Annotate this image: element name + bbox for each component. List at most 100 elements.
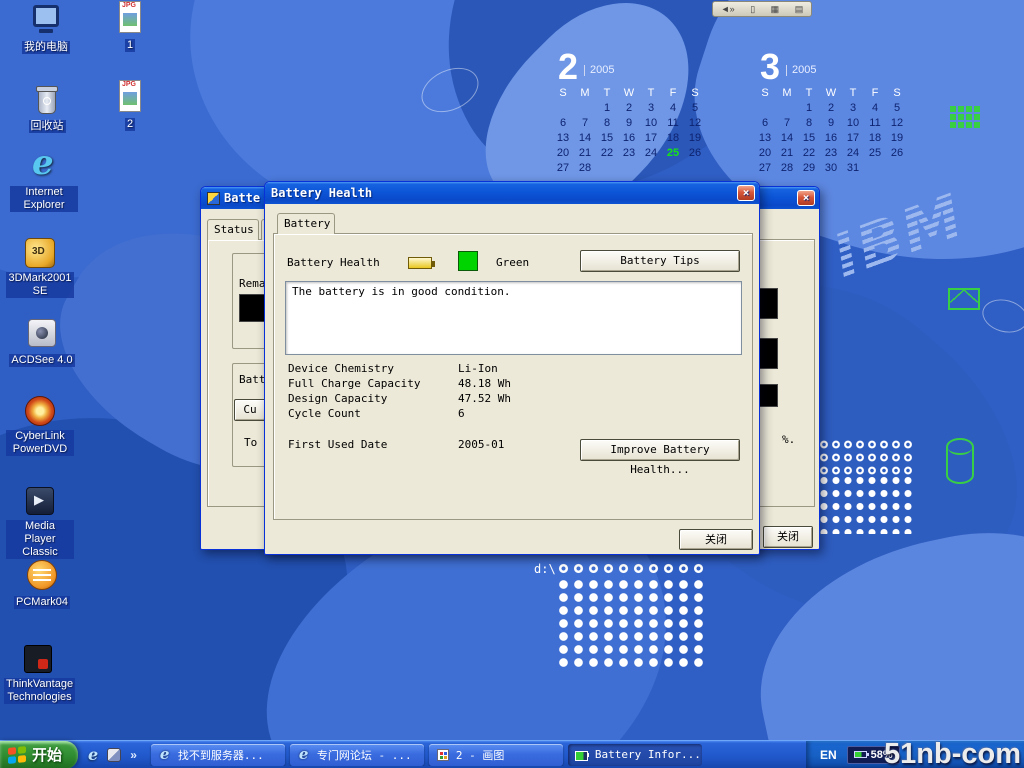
condition-textbox: The battery is in good condition. bbox=[285, 281, 742, 355]
media-quicklaunch-icon[interactable] bbox=[107, 748, 121, 762]
calendar-month: 2 bbox=[558, 50, 578, 84]
calendar-empty-cell bbox=[662, 161, 684, 176]
taskbar-button[interactable]: Battery Infor... bbox=[568, 744, 702, 766]
calendar-empty-cell bbox=[574, 101, 596, 116]
tab-status[interactable]: Status bbox=[207, 219, 259, 240]
calendar-day: 8 bbox=[798, 116, 820, 131]
calendar-day: 23 bbox=[618, 146, 640, 161]
gauge-segment bbox=[239, 294, 265, 322]
battery-health-label: Battery Health bbox=[287, 256, 380, 269]
volume-icon[interactable]: ◄» bbox=[721, 4, 735, 14]
gauge-segment bbox=[759, 338, 778, 369]
envelope-icon bbox=[948, 288, 980, 310]
mute-icon[interactable]: ▯ bbox=[750, 4, 755, 15]
windows-flag-icon bbox=[8, 746, 26, 764]
calendar-day: 7 bbox=[776, 116, 798, 131]
spec-label: Design Capacity bbox=[288, 391, 458, 406]
calendar-day: 27 bbox=[754, 161, 776, 176]
taskbar-button-label: 找不到服务器... bbox=[178, 747, 264, 763]
calendar-day: 1 bbox=[596, 101, 618, 116]
calendar-day: 17 bbox=[842, 131, 864, 146]
calendar-empty-cell bbox=[864, 161, 886, 176]
calendar-day: 15 bbox=[596, 131, 618, 146]
calendar-day: 18 bbox=[864, 131, 886, 146]
calendar-day: 16 bbox=[618, 131, 640, 146]
calendar-header: 2 2005 bbox=[558, 50, 710, 84]
bgwin-close-icon[interactable]: × bbox=[797, 190, 815, 206]
taskbar-button[interactable]: 2 - 画图 bbox=[429, 744, 563, 766]
calendar-day: 30 bbox=[820, 161, 842, 176]
calendar-day: 25 bbox=[662, 146, 684, 161]
calendar-year: 2005 bbox=[584, 65, 614, 76]
ie-quicklaunch-icon[interactable]: e bbox=[88, 745, 98, 764]
spec-value: 48.18 Wh bbox=[458, 376, 511, 391]
calendar-day: 11 bbox=[662, 116, 684, 131]
calendar-empty-cell bbox=[886, 161, 908, 176]
battery-health-dialog: Battery Health × Battery Battery Health … bbox=[264, 181, 760, 555]
battery-icon bbox=[574, 747, 590, 763]
osd-toolbar[interactable]: ◄» ▯ ▦ ▤ bbox=[712, 1, 812, 17]
improve-battery-health-button[interactable]: Improve Battery Health... bbox=[580, 439, 740, 461]
start-button[interactable]: 开始 bbox=[0, 741, 78, 768]
battery-tray-icon bbox=[854, 751, 867, 758]
calendar-header: 3 2005 bbox=[760, 50, 912, 84]
calendar-day: 24 bbox=[842, 146, 864, 161]
calendar-day: 26 bbox=[684, 146, 706, 161]
calendar-day-header: F bbox=[864, 86, 886, 101]
calendar-day: 26 bbox=[886, 146, 908, 161]
calendar-empty-cell bbox=[776, 101, 798, 116]
calendar-day: 3 bbox=[640, 101, 662, 116]
battery-tips-button[interactable]: Battery Tips bbox=[580, 250, 740, 272]
spec-label: Device Chemistry bbox=[288, 361, 458, 376]
calendar-empty-cell bbox=[640, 161, 662, 176]
calendar-day: 28 bbox=[776, 161, 798, 176]
taskbar-button[interactable]: 找不到服务器... bbox=[151, 744, 285, 766]
calendar-day: 29 bbox=[798, 161, 820, 176]
calendar-day: 9 bbox=[820, 116, 842, 131]
bgwin-close-button[interactable]: 关闭 bbox=[763, 526, 813, 548]
spec-row: First Used Date 2005-01 bbox=[288, 437, 504, 452]
dialog-close-button[interactable]: 关闭 bbox=[679, 529, 753, 550]
calendar-day: 14 bbox=[776, 131, 798, 146]
calendar-day-header: S bbox=[886, 86, 908, 101]
calendar-day: 5 bbox=[684, 101, 706, 116]
calendar-day-header: T bbox=[596, 86, 618, 101]
calendar-day-header: T bbox=[640, 86, 662, 101]
calendar-day: 2 bbox=[618, 101, 640, 116]
chevron-right-icon[interactable]: » bbox=[130, 748, 137, 762]
calendar-day: 3 bbox=[842, 101, 864, 116]
calendar-day: 12 bbox=[684, 116, 706, 131]
keyboard-icon[interactable]: ▤ bbox=[795, 4, 804, 15]
calendar-day: 14 bbox=[574, 131, 596, 146]
dot-pattern bbox=[556, 578, 708, 668]
dialog-titlebar[interactable]: Battery Health × bbox=[265, 182, 759, 204]
calendar-day: 21 bbox=[574, 146, 596, 161]
dot-pattern bbox=[556, 562, 708, 577]
ie-icon bbox=[157, 747, 173, 763]
calendar-day: 7 bbox=[574, 116, 596, 131]
calendar-day: 28 bbox=[574, 161, 596, 176]
calendar-day: 25 bbox=[864, 146, 886, 161]
calendar-day: 4 bbox=[662, 101, 684, 116]
spec-row: Cycle Count6 bbox=[288, 406, 738, 421]
calendar-day: 6 bbox=[552, 116, 574, 131]
drive-label: d:\ bbox=[534, 562, 556, 576]
calendar-day: 23 bbox=[820, 146, 842, 161]
language-indicator[interactable]: EN bbox=[820, 748, 837, 762]
desktop-icon-label: ACDSee 4.0 bbox=[9, 354, 74, 367]
calendar-day: 15 bbox=[798, 131, 820, 146]
calendar-day: 13 bbox=[552, 131, 574, 146]
cylinder-icon bbox=[946, 438, 974, 484]
calendar-day: 16 bbox=[820, 131, 842, 146]
calendar-day: 21 bbox=[776, 146, 798, 161]
taskbar-button[interactable]: 专门网论坛 - ... bbox=[290, 744, 424, 766]
calendar-day-header: S bbox=[552, 86, 574, 101]
bgwin-title: Batte bbox=[224, 191, 260, 205]
calendar-day: 19 bbox=[886, 131, 908, 146]
current-button-fragment[interactable]: Cu bbox=[234, 399, 266, 421]
dialog-close-icon[interactable]: × bbox=[737, 185, 755, 201]
display-icon[interactable]: ▦ bbox=[771, 4, 780, 15]
spec-row: Design Capacity47.52 Wh bbox=[288, 391, 738, 406]
tab-battery[interactable]: Battery bbox=[277, 213, 335, 234]
spec-value: Li-Ion bbox=[458, 361, 498, 376]
